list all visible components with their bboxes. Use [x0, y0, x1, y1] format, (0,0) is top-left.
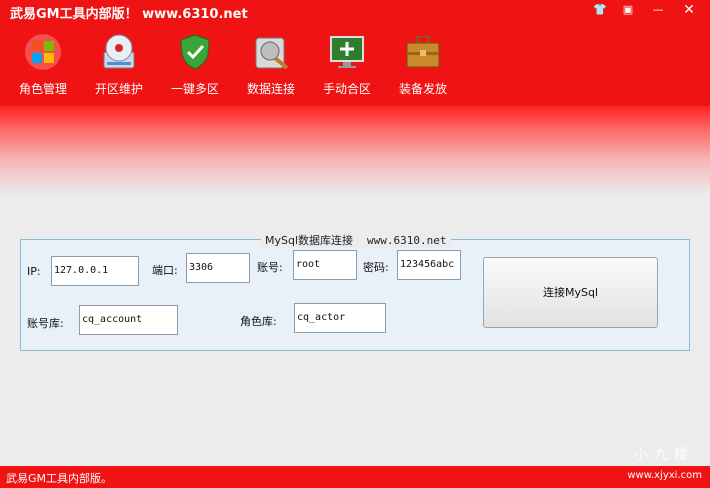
- password-input[interactable]: 123456abc: [397, 250, 461, 280]
- disc-install-icon: [103, 34, 135, 69]
- toolbar-item-one-click-multi-server[interactable]: 一键多区: [159, 28, 231, 100]
- role-db-input[interactable]: cq_actor: [294, 303, 386, 333]
- header-gradient: [0, 106, 710, 196]
- port-label: 端口:: [152, 264, 178, 277]
- hdd-tools-icon: [255, 37, 289, 70]
- group-legend: MySql数据库连接 www.6310.net: [261, 232, 451, 248]
- monitor-plus-icon: [330, 36, 364, 68]
- toolbar-label: 角色管理: [18, 82, 67, 96]
- toolbar-item-equipment-distribution[interactable]: 装备发放: [387, 28, 459, 100]
- toolbar-item-data-connection[interactable]: 数据连接: [235, 28, 307, 100]
- minimize-icon[interactable]: —: [650, 3, 666, 17]
- status-text: 武易GM工具内部版。: [6, 472, 113, 485]
- toolbar-label: 开区维护: [94, 82, 143, 96]
- toolbar: 角色管理 开区维护 一键多区 数据连接 手动合区 装备发放: [0, 22, 710, 106]
- account-db-label: 账号库:: [27, 317, 64, 330]
- title-bar: 武易GM工具内部版！ www.6310.net 👕 ▣ — ✕: [0, 0, 710, 22]
- connect-mysql-button[interactable]: 连接MySql: [483, 257, 658, 328]
- role-db-label: 角色库:: [240, 315, 277, 328]
- toolbar-label: 一键多区: [170, 82, 219, 96]
- user-input[interactable]: root: [293, 250, 357, 280]
- windows-refresh-icon: [25, 34, 61, 70]
- window-title: 武易GM工具内部版！ www.6310.net: [10, 7, 248, 22]
- group-title: MySql数据库连接: [265, 234, 354, 247]
- toolbar-label: 手动合区: [322, 82, 371, 96]
- port-input[interactable]: 3306: [186, 253, 250, 283]
- account-db-input[interactable]: cq_account: [79, 305, 178, 335]
- toolbar-label: 装备发放: [398, 82, 447, 96]
- toolbar-item-role-management[interactable]: 角色管理: [7, 28, 79, 100]
- toolbar-label: 数据连接: [246, 82, 295, 96]
- status-bar: 武易GM工具内部版。 www.xjyxi.com: [0, 466, 710, 488]
- ip-label: IP:: [27, 265, 41, 278]
- toolbar-item-manual-merge[interactable]: 手动合区: [311, 28, 383, 100]
- group-site: www.6310.net: [367, 234, 447, 247]
- briefcase-icon: [406, 36, 440, 68]
- watermark-url: www.xjyxi.com: [627, 470, 702, 481]
- restore-icon[interactable]: ▣: [620, 3, 636, 17]
- shield-check-icon: [180, 34, 210, 70]
- watermark: 小九楼: [634, 447, 694, 463]
- user-label: 账号:: [257, 261, 283, 274]
- ip-input[interactable]: 127.0.0.1: [51, 256, 139, 286]
- password-label: 密码:: [363, 261, 389, 274]
- toolbar-item-server-maintenance[interactable]: 开区维护: [83, 28, 155, 100]
- skin-icon[interactable]: 👕: [592, 3, 608, 17]
- close-icon[interactable]: ✕: [681, 3, 697, 17]
